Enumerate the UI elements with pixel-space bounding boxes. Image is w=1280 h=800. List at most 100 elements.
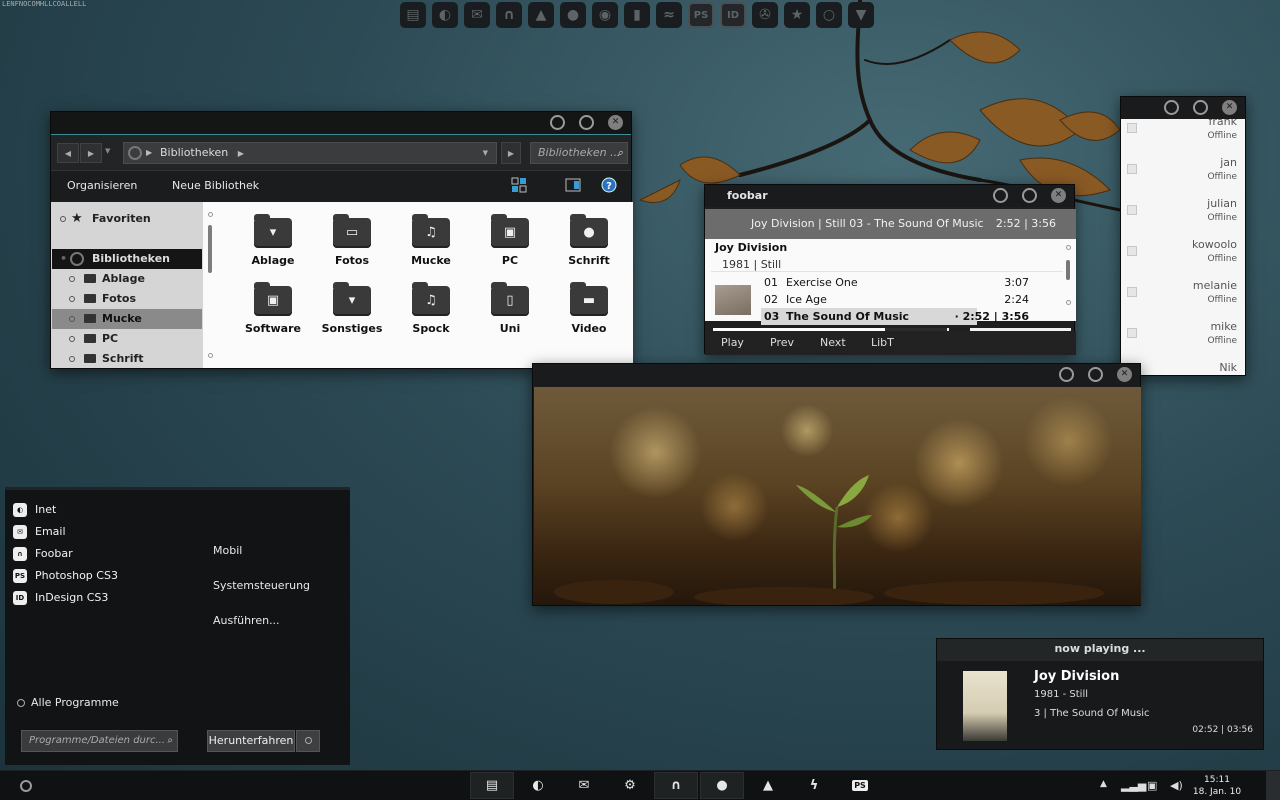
- folder-fotos[interactable]: ▭ Fotos: [317, 214, 387, 267]
- close-button[interactable]: ✕: [1222, 100, 1237, 115]
- task-vlc[interactable]: ▲: [746, 772, 790, 799]
- folder-sonstiges[interactable]: ▾ Sonstiges: [317, 282, 387, 335]
- indesign-icon[interactable]: ID: [720, 2, 746, 28]
- close-button[interactable]: ✕: [1117, 367, 1132, 382]
- headphones-icon[interactable]: ∩: [496, 2, 522, 28]
- nav-item-schrift[interactable]: Schrift: [52, 349, 202, 369]
- folder-pc[interactable]: ▣ PC: [475, 214, 545, 267]
- chat-icon[interactable]: ●: [560, 2, 586, 28]
- history-chevron-icon[interactable]: ▼: [105, 147, 110, 155]
- track-row[interactable]: 01 Exercise One 3:07: [761, 274, 1033, 291]
- folder-spock[interactable]: ♫ Spock: [396, 282, 466, 335]
- close-button[interactable]: ✕: [1051, 188, 1066, 203]
- nav-item-pc[interactable]: PC: [52, 329, 202, 349]
- shutdown-options-button[interactable]: [296, 730, 320, 752]
- task-foobar[interactable]: ∩: [654, 772, 698, 799]
- network-icon[interactable]: ▂▃▅: [1121, 779, 1146, 792]
- tray-expand-icon[interactable]: ▲: [1100, 779, 1107, 789]
- playlist-scrollbar[interactable]: [1066, 245, 1071, 311]
- task-firefox[interactable]: ◐: [516, 772, 560, 799]
- clock[interactable]: 15:11 18. Jan. 10: [1192, 774, 1242, 798]
- nav-item-mucke[interactable]: Mucke: [52, 309, 202, 329]
- firefox-icon[interactable]: ◐: [432, 2, 458, 28]
- shutdown-button[interactable]: Herunterfahren: [207, 730, 295, 752]
- cup-icon[interactable]: ▼: [848, 2, 874, 28]
- preview-pane-icon[interactable]: [565, 177, 581, 193]
- folder-schrift[interactable]: ● Schrift: [554, 214, 624, 267]
- start-button[interactable]: [20, 780, 32, 792]
- folder-video[interactable]: ▬ Video: [554, 282, 624, 335]
- files-icon[interactable]: ▤: [400, 2, 426, 28]
- explorer-titlebar[interactable]: ✕: [51, 112, 631, 134]
- new-library-button[interactable]: Neue Bibliothek: [172, 179, 259, 192]
- maximize-button[interactable]: [1088, 367, 1103, 382]
- start-right-0[interactable]: Mobil: [213, 544, 242, 557]
- contact-jan[interactable]: jan Offline: [1121, 156, 1247, 196]
- circle-icon[interactable]: ○: [816, 2, 842, 28]
- show-desktop-button[interactable]: [1266, 771, 1280, 800]
- organize-button[interactable]: Organisieren: [67, 179, 137, 192]
- viewer-titlebar[interactable]: ✕: [533, 364, 1140, 386]
- play-button[interactable]: Play: [721, 336, 744, 349]
- minimize-button[interactable]: [550, 115, 565, 130]
- start-right-1[interactable]: Systemsteuerung: [213, 579, 310, 592]
- address-input[interactable]: ▶ Bibliotheken ▶ ▼: [123, 142, 497, 164]
- next-button[interactable]: Next: [820, 336, 846, 349]
- close-button[interactable]: ✕: [608, 115, 623, 130]
- aperture-icon[interactable]: ✇: [752, 2, 778, 28]
- maximize-button[interactable]: [1022, 188, 1037, 203]
- minimize-button[interactable]: [1164, 100, 1179, 115]
- track-row[interactable]: 02 Ice Age 2:24: [761, 291, 1033, 308]
- help-icon[interactable]: ?: [601, 177, 617, 193]
- task-mail[interactable]: ✉: [562, 772, 606, 799]
- all-programs-button[interactable]: Alle Programme: [17, 696, 119, 709]
- power-icon[interactable]: ▣: [1147, 779, 1157, 792]
- volume-icon[interactable]: ◀): [1170, 779, 1183, 792]
- task-flash[interactable]: ϟ: [792, 772, 836, 799]
- folder-mucke[interactable]: ♫ Mucke: [396, 214, 466, 267]
- minimize-button[interactable]: [993, 188, 1008, 203]
- star-icon[interactable]: ★: [784, 2, 810, 28]
- task-chat[interactable]: ●: [700, 772, 744, 799]
- search-icon[interactable]: ⌕: [617, 143, 623, 163]
- contacts-titlebar[interactable]: ✕: [1121, 97, 1245, 119]
- nav-libraries[interactable]: • Bibliotheken: [52, 249, 202, 269]
- disc-icon[interactable]: ◉: [592, 2, 618, 28]
- contact-julian[interactable]: julian Offline: [1121, 197, 1247, 237]
- nav-item-fotos[interactable]: Fotos: [52, 289, 202, 309]
- content-scrollbar[interactable]: [208, 212, 213, 362]
- back-button[interactable]: ◀: [57, 143, 79, 163]
- photoshop-icon[interactable]: PS: [688, 2, 714, 28]
- track-row[interactable]: 03 The Sound Of Music · 2:52 | 3:56: [761, 308, 1029, 325]
- search-icon[interactable]: ⌕: [167, 731, 173, 751]
- view-options-icon[interactable]: [511, 177, 527, 193]
- start-right-2[interactable]: Ausführen...: [213, 614, 280, 627]
- prev-button[interactable]: Prev: [770, 336, 794, 349]
- libt-button[interactable]: LibT: [871, 336, 894, 349]
- breadcrumb-arrow-icon[interactable]: ▶: [238, 149, 244, 158]
- folder-ablage[interactable]: ▾ Ablage: [238, 214, 308, 267]
- paint-icon[interactable]: ▮: [624, 2, 650, 28]
- maximize-button[interactable]: [579, 115, 594, 130]
- breadcrumb-bibliotheken[interactable]: Bibliotheken: [160, 146, 228, 159]
- start-search-input[interactable]: Programme/Dateien durc... ⌕: [21, 730, 178, 752]
- nav-item-ablage[interactable]: Ablage: [52, 269, 202, 289]
- contact-mike[interactable]: mike Offline: [1121, 320, 1247, 360]
- search-input[interactable]: Bibliotheken ... ⌕: [530, 142, 628, 164]
- task-settings[interactable]: ⚙: [608, 772, 652, 799]
- nav-favorites[interactable]: ★ Favoriten: [52, 209, 202, 229]
- contact-frank[interactable]: frank Offline: [1121, 119, 1247, 155]
- folder-uni[interactable]: ▯ Uni: [475, 282, 545, 335]
- address-dropdown-icon[interactable]: ▼: [483, 143, 488, 163]
- task-files[interactable]: ▤: [470, 772, 514, 799]
- foobar-titlebar[interactable]: foobar ✕: [705, 185, 1074, 207]
- maximize-button[interactable]: [1193, 100, 1208, 115]
- contact-kowoolo[interactable]: kowoolo Offline: [1121, 238, 1247, 278]
- refresh-button[interactable]: ▶: [501, 142, 521, 164]
- vlc-icon[interactable]: ▲: [528, 2, 554, 28]
- mail-icon[interactable]: ✉: [464, 2, 490, 28]
- folder-software[interactable]: ▣ Software: [238, 282, 308, 335]
- task-photoshop[interactable]: PS: [838, 772, 882, 799]
- forward-button[interactable]: ▶: [80, 143, 102, 163]
- minimize-button[interactable]: [1059, 367, 1074, 382]
